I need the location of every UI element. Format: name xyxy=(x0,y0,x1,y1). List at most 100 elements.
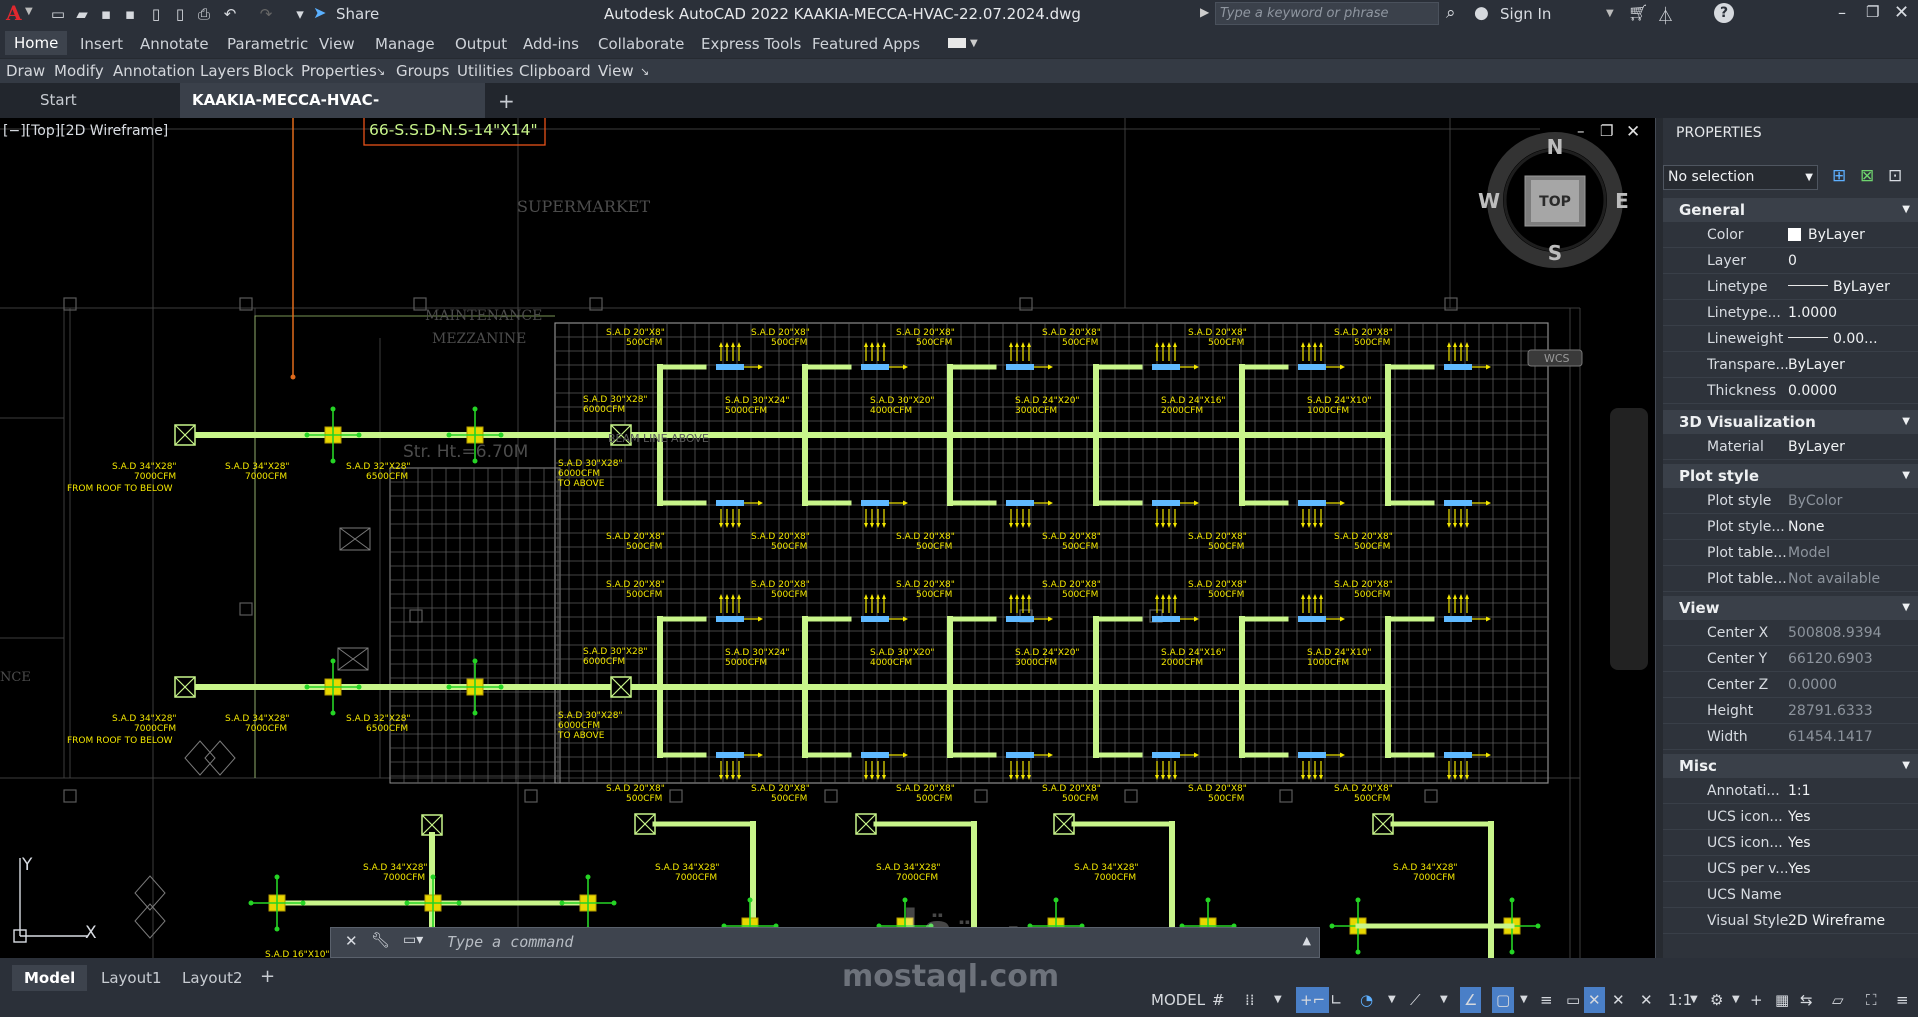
viewport-minimize-icon[interactable]: – xyxy=(1577,122,1585,140)
section-misc[interactable]: Misc ▼ xyxy=(1663,754,1918,778)
property-value[interactable]: 2D Wireframe xyxy=(1788,908,1885,934)
ortho-icon[interactable]: ∟ xyxy=(1330,987,1343,1013)
property-row[interactable]: Material ByLayer xyxy=(1663,434,1918,460)
property-value[interactable]: 0.00... xyxy=(1788,326,1878,352)
lineweight-icon[interactable]: ≡ xyxy=(1540,987,1553,1013)
autodesk-a360-icon[interactable]: ⏃ xyxy=(1657,2,1674,27)
tab-annotate[interactable]: Annotate xyxy=(140,35,209,53)
customize-command-icon[interactable]: 🔧︎ xyxy=(371,931,390,949)
section-view[interactable]: View ▼ xyxy=(1663,596,1918,620)
property-value[interactable]: Model xyxy=(1788,540,1830,566)
customize-qat-icon[interactable]: ▾ xyxy=(290,4,310,24)
tab-express-tools[interactable]: Express Tools xyxy=(701,35,801,53)
property-row[interactable]: Annotati... 1:1 xyxy=(1663,778,1918,804)
compass-north[interactable]: N xyxy=(1547,135,1564,159)
command-input[interactable]: Type a command xyxy=(447,933,573,951)
property-row[interactable]: UCS icon... Yes xyxy=(1663,830,1918,856)
property-value[interactable]: 28791.6333 xyxy=(1788,698,1873,724)
annotation-monitor-icon[interactable]: + xyxy=(1750,987,1763,1013)
user-icon[interactable]: ● xyxy=(1474,3,1489,23)
property-row[interactable]: Plot style... None xyxy=(1663,514,1918,540)
clean-screen-icon[interactable]: ⛶ xyxy=(1866,987,1877,1013)
annotation-visibility-icon[interactable]: ✕ xyxy=(1584,987,1605,1013)
viewport-label[interactable]: [−][Top][2D Wireframe] xyxy=(3,123,168,139)
close-command-icon[interactable]: ✕ xyxy=(345,932,358,950)
property-row[interactable]: UCS icon... Yes xyxy=(1663,804,1918,830)
panel-clipboard[interactable]: Clipboard xyxy=(519,62,591,80)
object-snap-tracking-icon[interactable]: ∠ xyxy=(1460,987,1482,1013)
polar-icon[interactable]: ◔ xyxy=(1360,987,1373,1013)
ribbon-toggle-dropdown-icon[interactable]: ▼ xyxy=(970,38,978,49)
close-window-icon[interactable]: ✕ xyxy=(1894,2,1909,23)
compass-east[interactable]: E xyxy=(1615,189,1629,213)
new-tab-icon[interactable]: + xyxy=(498,89,515,113)
object-snap-icon[interactable]: ▢ xyxy=(1492,987,1515,1013)
property-row[interactable]: Transpare... ByLayer xyxy=(1663,352,1918,378)
snap-mode-icon[interactable]: ⁞⁞ xyxy=(1245,987,1255,1013)
property-value[interactable]: ByLayer xyxy=(1788,222,1865,248)
auto-scale-icon[interactable]: ✕ xyxy=(1612,987,1625,1013)
tab-manage[interactable]: Manage xyxy=(375,35,435,53)
section-general[interactable]: General ▼ xyxy=(1663,198,1918,222)
property-value[interactable]: ByColor xyxy=(1788,488,1842,514)
navigation-bar[interactable] xyxy=(1610,408,1648,670)
tab-start[interactable]: Start xyxy=(28,83,178,118)
command-prompt-icon[interactable]: ▭▾ xyxy=(403,932,423,948)
property-row[interactable]: Plot table... Model xyxy=(1663,540,1918,566)
property-value[interactable]: 61454.1417 xyxy=(1788,724,1873,750)
property-value[interactable]: ByLayer xyxy=(1788,274,1890,300)
panel-layers[interactable]: Layers xyxy=(200,62,250,80)
transparency-icon[interactable]: ▭ xyxy=(1566,987,1580,1013)
palette-grip[interactable] xyxy=(1656,118,1663,958)
property-value[interactable]: 0.0000 xyxy=(1788,378,1837,404)
property-value[interactable]: 1:1 xyxy=(1788,778,1811,804)
property-value[interactable]: Yes xyxy=(1788,830,1811,856)
share-button[interactable]: Share xyxy=(336,5,379,23)
property-value[interactable]: Not available xyxy=(1788,566,1880,592)
annotation-scale-icon[interactable]: ✕ xyxy=(1640,987,1653,1013)
command-history-icon[interactable]: ▲ xyxy=(1303,934,1311,947)
minimize-icon[interactable]: – xyxy=(1838,3,1846,22)
panel-arrow-icon[interactable]: ↘ xyxy=(640,65,649,78)
panel-draw[interactable]: Draw xyxy=(6,62,45,80)
property-value[interactable]: ByLayer xyxy=(1788,352,1845,378)
compass-west[interactable]: W xyxy=(1478,189,1500,213)
section-plot-style[interactable]: Plot style ▼ xyxy=(1663,464,1918,488)
snap-dropdown-icon[interactable]: ▼ xyxy=(1274,987,1282,1013)
drawing-viewport[interactable]: S.A.D 20"X8" 500CFM S.A.D 20"X8" 500CFM S.A.… xyxy=(0,118,1655,958)
scale-dropdown-icon[interactable]: ▼ xyxy=(1690,987,1698,1013)
property-value[interactable]: 500808.9394 xyxy=(1788,620,1882,646)
selection-dropdown[interactable]: No selection ▼ xyxy=(1663,165,1818,190)
view-cube[interactable]: TOP N S E W WCS xyxy=(1478,132,1629,367)
units-icon[interactable]: ▦ xyxy=(1775,987,1789,1013)
property-value[interactable]: Yes xyxy=(1788,804,1811,830)
panel-arrow-icon[interactable]: ↘ xyxy=(376,65,385,78)
isodraft-icon[interactable]: ⟋ xyxy=(1410,987,1421,1013)
isolate-objects-icon[interactable]: ⇆ xyxy=(1800,987,1813,1013)
tab-parametric[interactable]: Parametric xyxy=(227,35,308,53)
property-value[interactable]: ByLayer xyxy=(1788,434,1845,460)
property-row[interactable]: Lineweight 0.00... xyxy=(1663,326,1918,352)
property-row[interactable]: Plot table... Not available xyxy=(1663,566,1918,592)
save-web-icon[interactable]: ▯ xyxy=(170,4,190,24)
viewport-restore-icon[interactable]: ❐ xyxy=(1600,122,1613,140)
dynamic-input-icon[interactable]: +⌐ xyxy=(1296,987,1330,1013)
sign-in-button[interactable]: Sign In xyxy=(1500,5,1551,23)
wcs-label[interactable]: WCS xyxy=(1544,352,1570,365)
object-snap-dropdown-icon[interactable]: ▼ xyxy=(1520,987,1528,1013)
help-search-input[interactable]: Type a keyword or phrase xyxy=(1215,2,1439,25)
restore-icon[interactable]: ❐ xyxy=(1866,3,1879,21)
viewport-controls[interactable]: – ❐ ✕ xyxy=(1577,122,1640,142)
ribbon-toggle-icon[interactable] xyxy=(948,38,966,48)
toggle-pickadd-icon[interactable]: ⊞ xyxy=(1832,166,1852,186)
property-row[interactable]: Height 28791.6333 xyxy=(1663,698,1918,724)
panel-view[interactable]: View xyxy=(598,62,634,80)
plot-icon[interactable]: ⎙ xyxy=(194,4,214,24)
search-icon[interactable]: ⌕ xyxy=(1446,3,1456,23)
app-menu-arrow-icon[interactable]: ▼ xyxy=(25,6,33,17)
cart-icon[interactable]: 🛒︎ xyxy=(1628,3,1648,22)
property-row[interactable]: Linetype ByLayer xyxy=(1663,274,1918,300)
property-row[interactable]: Center Y 66120.6903 xyxy=(1663,646,1918,672)
isodraft-dropdown-icon[interactable]: ▼ xyxy=(1440,987,1448,1013)
tab-add-ins[interactable]: Add-ins xyxy=(523,35,579,53)
